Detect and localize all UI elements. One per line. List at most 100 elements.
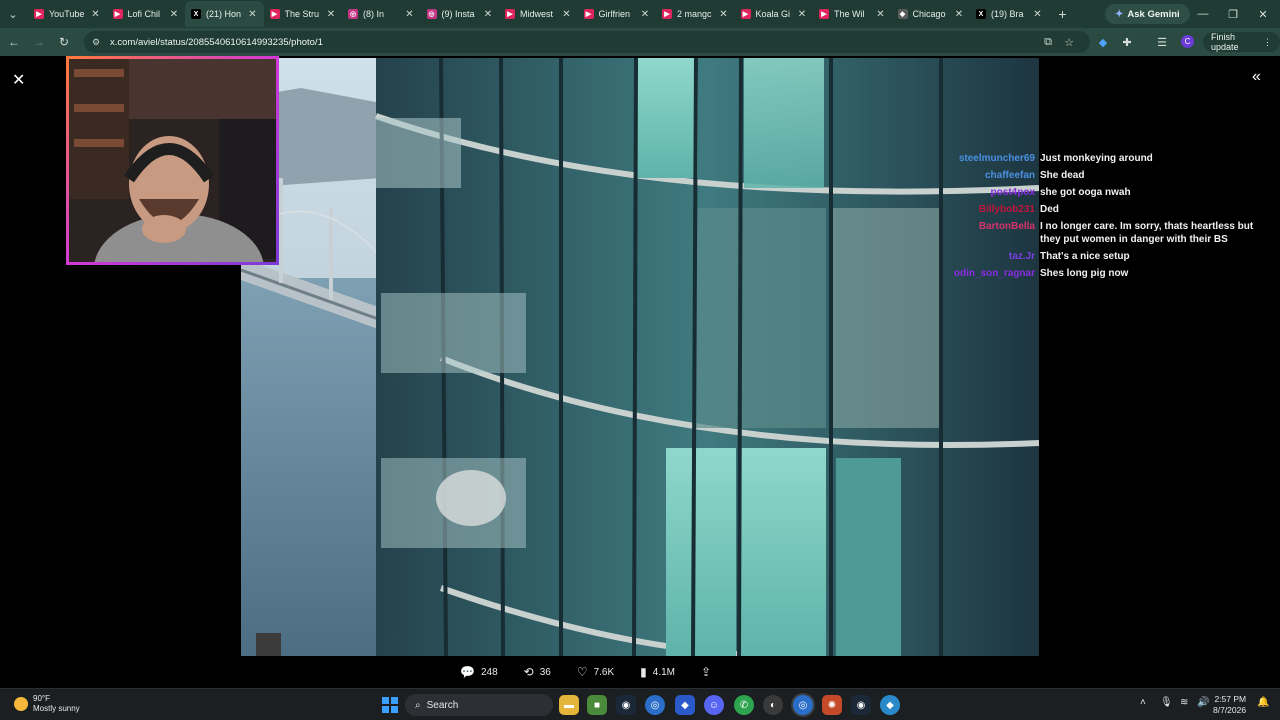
obs-icon[interactable]: ◐	[763, 695, 783, 715]
site-info-icon[interactable]: ⚙	[92, 37, 104, 48]
browser-tab[interactable]: ◆ Chicago ✕	[892, 1, 971, 27]
tab-label: YouTube	[49, 9, 85, 19]
minecraft-icon[interactable]: ■	[587, 695, 607, 715]
start-button[interactable]	[382, 697, 398, 713]
bookmark-star-icon[interactable]: ☆	[1060, 31, 1078, 53]
photo-viewer: ✕ « steelmuncher69 Just monkeying around…	[0, 56, 1280, 688]
chat-text: Just monkeying around	[1040, 153, 1153, 164]
reply-icon: 💬	[460, 665, 475, 679]
tab-close-icon[interactable]: ✕	[719, 9, 729, 20]
collapse-panel-icon[interactable]: «	[1252, 68, 1261, 86]
browser-tab[interactable]: ▶ 2 mangc ✕	[656, 1, 735, 27]
tweet-photo	[241, 58, 1039, 656]
close-window-button[interactable]: ✕	[1248, 4, 1278, 24]
browser-tab[interactable]: ▶ Girlfrien ✕	[578, 1, 657, 27]
tab-strip: ⌄ ▶ YouTube ✕ ▶ Lofi Chil ✕ X (21) Hon ✕ ▶ The Str…	[0, 0, 1280, 28]
close-photo-icon[interactable]: ✕	[12, 70, 25, 90]
ask-gemini-button[interactable]: ✦ Ask Gemini	[1105, 4, 1190, 24]
youtube-icon: ▶	[269, 9, 280, 19]
taskbar-clock[interactable]: 2:57 PM 8/7/2026	[1213, 694, 1246, 716]
reply-button[interactable]: 💬 248	[460, 665, 498, 679]
browser-tab[interactable]: ▶ Midwest ✕	[499, 1, 578, 27]
tab-label: Midwest	[520, 9, 554, 19]
forward-button[interactable]: →	[28, 31, 50, 53]
browser-tab[interactable]: X (21) Hon ✕	[185, 1, 264, 27]
new-tab-button[interactable]: +	[1053, 6, 1073, 22]
browser-tab[interactable]: ▶ Koala Gi ✕	[735, 1, 814, 27]
chat-message: steelmuncher69 Just monkeying around	[940, 152, 1275, 165]
browser-tab[interactable]: ▶ The Stru ✕	[264, 1, 343, 27]
tray-chevron-icon[interactable]: ˄	[1140, 697, 1146, 708]
steam2-icon[interactable]: ◉	[851, 695, 871, 715]
tab-search-icon[interactable]: ⌄	[2, 3, 24, 25]
tab-close-icon[interactable]: ✕	[1033, 9, 1043, 20]
chat-text: I no longer care. Im sorry, thats heartl…	[1040, 221, 1254, 245]
chat-text: Shes long pig now	[1040, 268, 1129, 279]
taskbar-search[interactable]: ⌕ Search	[405, 694, 553, 716]
tab-groups-icon[interactable]: ☰	[1153, 31, 1171, 53]
share-button[interactable]: ⇪	[701, 665, 717, 679]
browser-tab[interactable]: ▶ Lofi Chil ✕	[107, 1, 186, 27]
reply-count: 248	[480, 666, 498, 678]
wifi-icon[interactable]: ≋	[1180, 697, 1188, 708]
discord-icon[interactable]: ☺	[704, 695, 724, 715]
tab-close-icon[interactable]: ✕	[326, 9, 336, 20]
browser-tab[interactable]: ▶ YouTube ✕	[28, 1, 107, 27]
back-button[interactable]: ←	[3, 31, 25, 53]
tab-close-icon[interactable]: ✕	[248, 9, 258, 20]
tab-close-icon[interactable]: ✕	[405, 9, 415, 20]
app2-icon[interactable]: ✺	[822, 695, 842, 715]
minimize-button[interactable]: —	[1188, 4, 1218, 24]
steam-icon[interactable]: ◉	[616, 695, 636, 715]
notification-bell-icon[interactable]: 🔔	[1257, 697, 1269, 708]
repost-button[interactable]: ⟲ 36	[524, 665, 551, 679]
chat-username: odin_son_ragnar	[953, 268, 1035, 279]
tab-close-icon[interactable]: ✕	[483, 9, 493, 20]
weather-desc: Mostly sunny	[33, 704, 80, 713]
chrome-icon[interactable]: ◎	[645, 695, 665, 715]
tab-label: Koala Gi	[755, 9, 791, 19]
chat-username: chaffeefan	[984, 170, 1035, 181]
tab-close-icon[interactable]: ✕	[169, 9, 179, 20]
volume-icon[interactable]: 🔊	[1197, 697, 1209, 708]
repost-count: 36	[539, 666, 551, 678]
tab-close-icon[interactable]: ✕	[562, 9, 572, 20]
install-app-icon[interactable]: ⧉	[1039, 31, 1057, 53]
streamer-webcam-image	[69, 59, 276, 262]
chrome-active-icon[interactable]: ◎	[793, 695, 813, 715]
microphone-icon[interactable]: 🎙	[1160, 697, 1173, 708]
app-icon[interactable]: ◆	[675, 695, 695, 715]
browser-tab[interactable]: ▶ The Wil ✕	[813, 1, 892, 27]
tab-close-icon[interactable]: ✕	[91, 9, 101, 20]
finish-update-button[interactable]: Finish update ⋮	[1203, 32, 1280, 52]
extension-icon[interactable]: ◆	[1094, 31, 1112, 53]
heart-icon: ♡	[576, 665, 588, 679]
weather-widget[interactable]: 90°F Mostly sunny	[14, 694, 80, 714]
views-button[interactable]: ▮ 4.1M	[640, 665, 675, 679]
browser-tab[interactable]: ◎ (8) In ✕	[342, 1, 421, 27]
search-icon: ⌕	[415, 699, 421, 711]
tab-close-icon[interactable]: ✕	[640, 9, 650, 20]
tab-close-icon[interactable]: ✕	[876, 9, 886, 20]
like-count: 7.6K	[593, 666, 615, 678]
whatsapp-icon[interactable]: ✆	[734, 695, 754, 715]
reload-button[interactable]: ↻	[53, 31, 75, 53]
browser-toolbar: ← → ↻ ⚙ x.com/aviel/status/2085540610614…	[0, 28, 1280, 56]
file-explorer-icon[interactable]: ▬	[559, 695, 579, 715]
view-count: 4.1M	[652, 666, 676, 678]
browser-tab[interactable]: X (19) Bra ✕	[970, 1, 1049, 27]
tab-close-icon[interactable]: ✕	[954, 9, 964, 20]
browser-tab[interactable]: ◎ (9) Insta ✕	[421, 1, 500, 27]
address-bar[interactable]: ⚙ x.com/aviel/status/2085540610614993235…	[84, 31, 1090, 53]
profile-avatar[interactable]: C	[1181, 35, 1194, 48]
like-button[interactable]: ♡ 7.6K	[577, 665, 614, 679]
repost-icon: ⟲	[523, 665, 534, 679]
app3-icon[interactable]: ◆	[880, 695, 900, 715]
more-menu-icon[interactable]: ⋮	[1263, 37, 1272, 48]
extensions-puzzle-icon[interactable]: ✚	[1118, 31, 1136, 53]
tab-list: ▶ YouTube ✕ ▶ Lofi Chil ✕ X (21) Hon ✕ ▶ The Stru ✕…	[28, 0, 1049, 28]
tab-label: Lofi Chil	[127, 9, 161, 19]
maximize-button[interactable]: ❐	[1218, 4, 1248, 24]
tab-close-icon[interactable]: ✕	[797, 9, 807, 20]
chat-message: chaffeefan She dead	[940, 169, 1275, 182]
